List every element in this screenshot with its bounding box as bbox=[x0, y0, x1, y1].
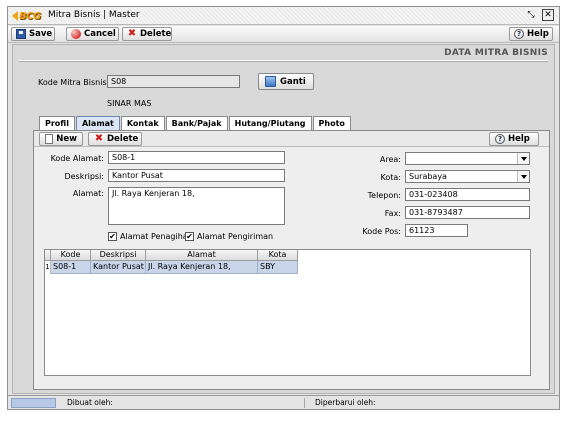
status-bar: Dibuat oleh: Diperbarui oleh: bbox=[8, 395, 559, 409]
area-select[interactable] bbox=[405, 152, 530, 165]
sub-delete-button-label: Delete bbox=[107, 134, 139, 144]
area-label: Area: bbox=[379, 155, 401, 164]
chk-alamat-pengiriman[interactable]: ✔ Alamat Pengiriman bbox=[185, 232, 273, 241]
tab-hutang-piutang[interactable]: Hutang/Piutang bbox=[228, 116, 312, 130]
page-title: DATA MITRA BISNIS bbox=[444, 48, 548, 58]
main-content: DATA MITRA BISNIS Kode Mitra Bisnis: S08… bbox=[12, 44, 555, 394]
column-header-kota[interactable]: Kota bbox=[258, 250, 298, 261]
chk-alamat-penagihan[interactable]: ✔ Alamat Penagihan bbox=[108, 232, 193, 241]
table-cell-kode[interactable]: S08-1 bbox=[51, 261, 91, 274]
logo-text: BCG bbox=[19, 10, 41, 22]
deskripsi-input[interactable]: Kantor Pusat bbox=[108, 169, 285, 182]
sub-toolbar: New ✖ Delete ? Help bbox=[34, 131, 549, 147]
title-bar: BCG Mitra Bisnis | Master ⤡ ✕ bbox=[8, 7, 559, 25]
tab-strip: Profil Alamat Kontak Bank/Pajak Hutang/P… bbox=[39, 116, 352, 130]
deskripsi-label: Deskripsi: bbox=[64, 172, 104, 181]
checkbox-pengiriman[interactable]: ✔ bbox=[185, 232, 194, 241]
kode-mitra-field[interactable]: S08 bbox=[107, 75, 240, 88]
delete-button[interactable]: ✖ Delete bbox=[122, 27, 172, 41]
nama-mitra-text: SINAR MAS bbox=[107, 99, 152, 108]
ganti-button-label: Ganti bbox=[280, 76, 306, 87]
kode-alamat-input[interactable]: S08-1 bbox=[108, 151, 285, 164]
kota-value: Surabaya bbox=[409, 172, 447, 181]
save-icon bbox=[16, 29, 26, 39]
chevron-down-icon[interactable] bbox=[517, 153, 529, 164]
tab-profil[interactable]: Profil bbox=[39, 116, 75, 130]
chk-penagihan-label: Alamat Penagihan bbox=[120, 232, 193, 241]
fax-input[interactable]: 031-8793487 bbox=[405, 206, 530, 219]
main-toolbar: Save Cancel ✖ Delete ? Help bbox=[8, 26, 559, 43]
help-icon: ? bbox=[495, 134, 505, 144]
sub-help-button-label: Help bbox=[508, 134, 530, 144]
diperbarui-oleh-text: Diperbarui oleh: bbox=[315, 398, 376, 407]
app-window: BCG Mitra Bisnis | Master ⤡ ✕ Save Cance… bbox=[7, 6, 560, 410]
cancel-button[interactable]: Cancel bbox=[66, 27, 119, 41]
tab-photo[interactable]: Photo bbox=[312, 116, 351, 130]
ganti-icon bbox=[265, 76, 276, 87]
checkbox-penagihan[interactable]: ✔ bbox=[108, 232, 117, 241]
delete-button-label: Delete bbox=[140, 29, 172, 39]
alamat-label: Alamat: bbox=[72, 189, 104, 198]
tab-alamat[interactable]: Alamat bbox=[75, 116, 120, 130]
delete-icon: ✖ bbox=[94, 133, 104, 144]
chevron-down-icon[interactable] bbox=[517, 171, 529, 182]
table-cell-deskripsi[interactable]: Kantor Pusat bbox=[91, 261, 146, 274]
alamat-textarea[interactable]: Jl. Raya Kenjeran 18, bbox=[108, 187, 285, 225]
telepon-input[interactable]: 031-023408 bbox=[405, 188, 530, 201]
telepon-label: Telepon: bbox=[367, 191, 401, 200]
save-button[interactable]: Save bbox=[11, 27, 55, 41]
help-icon: ? bbox=[514, 29, 524, 39]
cancel-icon bbox=[71, 29, 81, 39]
kode-pos-input[interactable]: 61123 bbox=[405, 224, 468, 237]
column-header-kode[interactable]: Kode bbox=[51, 250, 91, 261]
tab-bank-pajak[interactable]: Bank/Pajak bbox=[165, 116, 228, 130]
help-button[interactable]: ? Help bbox=[509, 27, 553, 41]
minimize-icon[interactable]: ⤡ bbox=[525, 9, 537, 21]
table-cell-alamat[interactable]: Jl. Raya Kenjeran 18, bbox=[146, 261, 258, 274]
save-button-label: Save bbox=[29, 29, 53, 39]
window-title: Mitra Bisnis | Master bbox=[48, 10, 140, 20]
sub-help-button[interactable]: ? Help bbox=[489, 132, 539, 146]
app-logo: BCG bbox=[12, 10, 41, 22]
column-header-alamat[interactable]: Alamat bbox=[146, 250, 258, 261]
alamat-table[interactable]: Kode Deskripsi Alamat Kota 1 S08-1 Kanto… bbox=[44, 249, 531, 376]
kode-alamat-label: Kode Alamat: bbox=[50, 154, 104, 163]
tab-kontak[interactable]: Kontak bbox=[120, 116, 165, 130]
kota-select[interactable]: Surabaya bbox=[405, 170, 530, 183]
fax-label: Fax: bbox=[384, 209, 401, 218]
ganti-button[interactable]: Ganti bbox=[258, 73, 314, 90]
kode-mitra-label: Kode Mitra Bisnis: bbox=[38, 78, 110, 87]
kota-label: Kota: bbox=[380, 173, 401, 182]
delete-icon: ✖ bbox=[127, 28, 137, 39]
table-cell-kota[interactable]: SBY bbox=[258, 261, 298, 274]
new-icon bbox=[45, 134, 54, 144]
chk-pengiriman-label: Alamat Pengiriman bbox=[197, 232, 274, 241]
cancel-button-label: Cancel bbox=[84, 29, 116, 39]
new-button[interactable]: New bbox=[39, 132, 83, 146]
header-divider bbox=[19, 60, 548, 62]
new-button-label: New bbox=[56, 134, 77, 144]
help-button-label: Help bbox=[527, 29, 549, 39]
sub-delete-button[interactable]: ✖ Delete bbox=[88, 132, 142, 146]
alamat-panel: New ✖ Delete ? Help Kode Alamat: S08-1 D… bbox=[33, 130, 550, 390]
status-indicator bbox=[11, 398, 56, 408]
logo-arrow-icon bbox=[12, 11, 18, 21]
kode-pos-label: Kode Pos: bbox=[362, 227, 401, 236]
close-icon[interactable]: ✕ bbox=[542, 9, 554, 21]
column-header-deskripsi[interactable]: Deskripsi bbox=[91, 250, 146, 261]
dibuat-oleh-text: Dibuat oleh: bbox=[63, 398, 305, 408]
